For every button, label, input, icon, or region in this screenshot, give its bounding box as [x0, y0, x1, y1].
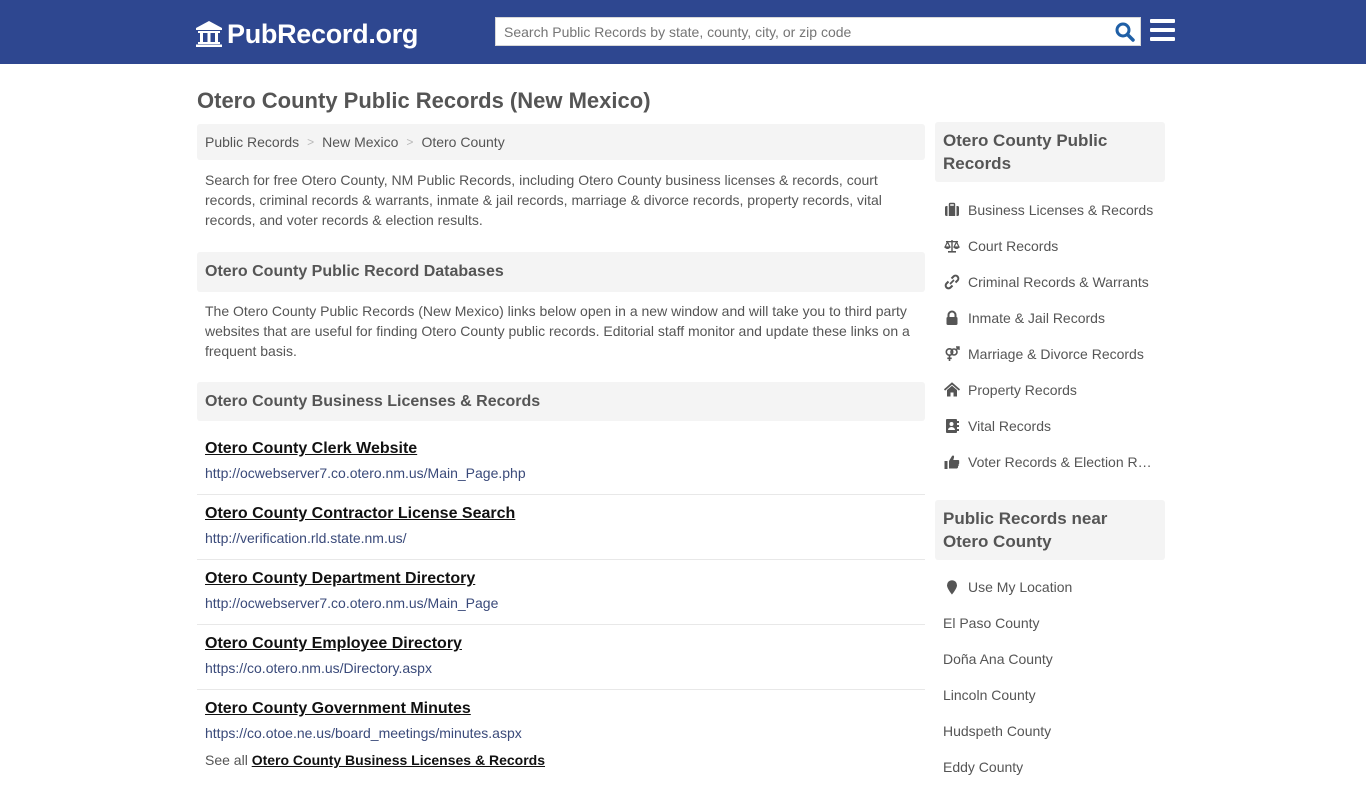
intro-paragraph: Search for free Otero County, NM Public …: [205, 172, 882, 228]
search-box: [495, 17, 1141, 46]
hamburger-menu-icon-bar: [1150, 28, 1175, 32]
home-icon: [943, 382, 960, 398]
record-link-url: https://co.otero.nm.us/Directory.aspx: [205, 660, 432, 676]
databases-description: The Otero County Public Records (New Mex…: [205, 303, 910, 359]
lock-icon: [943, 310, 960, 326]
sidebar: Otero County Public Records Business Lic…: [935, 122, 1165, 785]
sidebar-item-label: Inmate & Jail Records: [968, 310, 1105, 326]
record-link-url: http://verification.rld.state.nm.us/: [205, 530, 407, 546]
map-marker-icon: [943, 579, 960, 595]
record-link-title[interactable]: Otero County Employee Directory: [205, 634, 917, 654]
record-link-url: http://ocwebserver7.co.otero.nm.us/Main_…: [205, 465, 526, 481]
hamburger-menu-icon-bar: [1150, 37, 1175, 41]
breadcrumb-new-mexico[interactable]: New Mexico: [322, 134, 398, 150]
record-link-title[interactable]: Otero County Clerk Website: [205, 439, 917, 459]
sidebar-item-marriage-records[interactable]: Marriage & Divorce Records: [935, 336, 1165, 372]
link-icon: [943, 274, 960, 290]
breadcrumb-public-records[interactable]: Public Records: [205, 134, 299, 150]
nearby-county-link[interactable]: El Paso County: [935, 605, 1165, 641]
sidebar-item-court-records[interactable]: Court Records: [935, 228, 1165, 264]
sidebar-item-inmate-records[interactable]: Inmate & Jail Records: [935, 300, 1165, 336]
list-item: Otero County Government Minutes https://…: [197, 690, 925, 755]
see-all-business-link[interactable]: Otero County Business Licenses & Records: [252, 752, 545, 768]
list-item: Otero County Clerk Website http://ocwebs…: [197, 430, 925, 495]
sidebar-nearby-list: Use My Location El Paso County Doña Ana …: [935, 560, 1165, 785]
venus-mars-icon: [943, 346, 960, 362]
breadcrumb-otero-county[interactable]: Otero County: [421, 134, 504, 150]
record-link-title[interactable]: Otero County Contractor License Search: [205, 504, 917, 524]
courthouse-icon: [196, 21, 222, 47]
sidebar-item-label: Business Licenses & Records: [968, 202, 1154, 218]
list-item: Otero County Contractor License Search h…: [197, 495, 925, 560]
sidebar-item-label: Voter Records & Election Results: [968, 454, 1158, 470]
business-licenses-heading: Otero County Business Licenses & Records: [197, 382, 925, 421]
use-my-location-label: Use My Location: [968, 579, 1073, 595]
sidebar-item-property-records[interactable]: Property Records: [935, 372, 1165, 408]
sidebar-item-voter-records[interactable]: Voter Records & Election Results: [935, 444, 1165, 480]
sidebar-nearby-heading: Public Records near Otero County: [935, 500, 1165, 560]
search-button[interactable]: [1114, 21, 1136, 43]
business-links-list: Otero County Clerk Website http://ocwebs…: [197, 430, 925, 755]
sidebar-item-label: Criminal Records & Warrants: [968, 274, 1149, 290]
record-link-url: http://ocwebserver7.co.otero.nm.us/Main_…: [205, 595, 499, 611]
page-title: Otero County Public Records (New Mexico): [197, 88, 651, 113]
site-logo-link[interactable]: PubRecord.org: [195, 17, 418, 51]
nearby-county-link[interactable]: Lincoln County: [935, 677, 1165, 713]
hamburger-menu-button[interactable]: [1150, 19, 1175, 43]
address-book-icon: [943, 418, 960, 434]
sidebar-item-label: Court Records: [968, 238, 1059, 254]
top-navigation-bar: PubRecord.org: [0, 0, 1366, 64]
sidebar-item-label: Property Records: [968, 382, 1077, 398]
balance-scale-icon: [943, 238, 960, 254]
main-content: Public Records > New Mexico > Otero Coun…: [197, 124, 925, 770]
sidebar-item-label: Marriage & Divorce Records: [968, 346, 1144, 362]
use-my-location-link[interactable]: Use My Location: [935, 569, 1165, 605]
record-link-title[interactable]: Otero County Department Directory: [205, 569, 917, 589]
breadcrumb-separator: >: [406, 135, 414, 149]
hamburger-menu-icon-bar: [1150, 19, 1175, 23]
briefcase-icon: [943, 202, 960, 218]
nearby-county-link[interactable]: Hudspeth County: [935, 713, 1165, 749]
record-link-title[interactable]: Otero County Government Minutes: [205, 699, 917, 719]
breadcrumb-separator: >: [307, 135, 315, 149]
search-input[interactable]: [496, 18, 1106, 45]
sidebar-item-vital-records[interactable]: Vital Records: [935, 408, 1165, 444]
sidebar-item-criminal-records[interactable]: Criminal Records & Warrants: [935, 264, 1165, 300]
nearby-county-link[interactable]: Eddy County: [935, 749, 1165, 785]
databases-heading: Otero County Public Record Databases: [197, 252, 925, 292]
see-all-line: See all Otero County Business Licenses &…: [197, 750, 925, 770]
see-all-prefix: See all: [205, 752, 248, 768]
nearby-county-link[interactable]: Doña Ana County: [935, 641, 1165, 677]
sidebar-records-heading: Otero County Public Records: [935, 122, 1165, 182]
breadcrumb: Public Records > New Mexico > Otero Coun…: [197, 124, 925, 160]
thumbs-up-icon: [943, 454, 960, 470]
search-icon: [1115, 22, 1135, 42]
sidebar-item-label: Vital Records: [968, 418, 1052, 434]
list-item: Otero County Employee Directory https://…: [197, 625, 925, 690]
site-logo-text: PubRecord.org: [227, 19, 419, 49]
record-link-url: https://co.otoe.ne.us/board_meetings/min…: [205, 725, 522, 741]
list-item: Otero County Department Directory http:/…: [197, 560, 925, 625]
sidebar-item-business-licenses[interactable]: Business Licenses & Records: [935, 192, 1165, 228]
sidebar-records-list: Business Licenses & Records Court Record…: [935, 182, 1165, 480]
